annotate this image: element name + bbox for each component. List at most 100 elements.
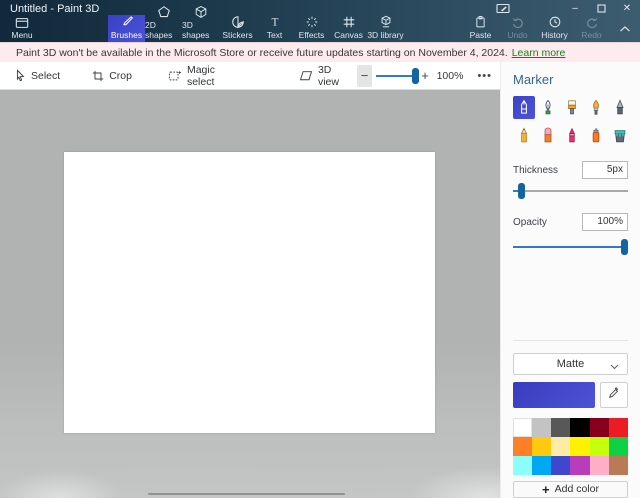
palette-color-11[interactable] — [609, 437, 628, 456]
pen-window-icon[interactable] — [490, 0, 516, 16]
collapse-ribbon-button[interactable] — [610, 15, 640, 42]
select-button[interactable]: Select — [0, 62, 70, 89]
maximize-button[interactable] — [588, 0, 614, 16]
tab-2d-shapes[interactable]: 2D shapes — [145, 15, 182, 42]
opacity-row: Opacity 100% — [513, 213, 628, 231]
palette-color-4[interactable] — [590, 418, 609, 437]
palette-color-13[interactable] — [532, 456, 551, 475]
action-label: History — [541, 30, 567, 40]
undo-icon — [511, 15, 525, 29]
tab-effects[interactable]: Effects — [293, 15, 330, 42]
opacity-slider-fill — [513, 246, 628, 248]
3d-view-button[interactable]: 3D view — [289, 62, 349, 89]
menu-button[interactable]: Menu — [0, 15, 44, 42]
tab-label: Brushes — [111, 30, 142, 40]
learn-more-link[interactable]: Learn more — [512, 47, 566, 59]
notification-bar: Paint 3D won't be available in the Micro… — [0, 42, 640, 62]
panel-divider — [513, 340, 628, 341]
brush-icon — [120, 15, 134, 29]
tab-canvas[interactable]: Canvas — [330, 15, 367, 42]
crop-icon — [92, 70, 104, 82]
brush-watercolor[interactable] — [561, 96, 583, 119]
eraser-icon — [539, 126, 557, 145]
brush-eraser[interactable] — [537, 124, 559, 147]
more-options-button[interactable]: ••• — [469, 70, 500, 82]
history-button[interactable]: History — [536, 15, 573, 42]
brush-crayon[interactable] — [561, 124, 583, 147]
palette-color-8[interactable] — [551, 437, 570, 456]
paste-button[interactable]: Paste — [462, 15, 499, 42]
tab-stickers[interactable]: Stickers — [219, 15, 256, 42]
palette-color-0[interactable] — [513, 418, 532, 437]
zoom-slider-thumb[interactable] — [412, 68, 419, 84]
pencil-icon — [515, 126, 533, 145]
palette-color-14[interactable] — [551, 456, 570, 475]
palette-color-7[interactable] — [532, 437, 551, 456]
undo-button[interactable]: Undo — [499, 15, 536, 42]
paste-icon — [474, 15, 487, 29]
thickness-slider-thumb[interactable] — [518, 183, 525, 199]
material-dropdown[interactable]: Matte — [513, 353, 628, 375]
zoom-out-button[interactable]: − — [357, 65, 372, 87]
palette-color-5[interactable] — [609, 418, 628, 437]
palette-color-16[interactable] — [590, 456, 609, 475]
workspace — [0, 90, 500, 498]
add-color-button[interactable]: + Add color — [513, 481, 628, 498]
chevron-down-icon — [610, 361, 619, 373]
magic-select-icon — [168, 70, 182, 82]
redo-button[interactable]: Redo — [573, 15, 610, 42]
magic-select-label: Magic select — [187, 64, 215, 88]
plus-icon: + — [542, 483, 550, 496]
brush-marker[interactable] — [513, 96, 535, 119]
selection-toolbar: Select Crop — [0, 62, 500, 90]
palette-color-10[interactable] — [590, 437, 609, 456]
brush-calligraphy-pen[interactable] — [537, 96, 559, 119]
spray-can-icon — [587, 126, 605, 145]
tab-3d-library[interactable]: 3D library — [367, 15, 404, 42]
zoom-slider[interactable] — [376, 65, 415, 87]
palette-color-1[interactable] — [532, 418, 551, 437]
color-palette — [513, 418, 628, 475]
zoom-in-button[interactable]: + — [419, 65, 430, 87]
zoom-level[interactable]: 100% — [437, 70, 464, 82]
pentagon-icon — [157, 5, 171, 19]
palette-color-6[interactable] — [513, 437, 532, 456]
cursor-icon — [14, 69, 26, 82]
palette-color-3[interactable] — [570, 418, 589, 437]
tab-text[interactable]: T Text — [256, 15, 293, 42]
brush-fill-bucket[interactable] — [609, 124, 631, 147]
tab-label: Text — [267, 30, 283, 40]
brush-pencil[interactable] — [513, 124, 535, 147]
opacity-input[interactable]: 100% — [582, 213, 628, 231]
brush-spray-can[interactable] — [585, 124, 607, 147]
close-button[interactable]: ✕ — [614, 0, 640, 16]
crop-label: Crop — [109, 70, 132, 82]
palette-color-9[interactable] — [570, 437, 589, 456]
tab-brushes[interactable]: Brushes — [108, 15, 145, 42]
palette-color-15[interactable] — [570, 456, 589, 475]
palette-color-12[interactable] — [513, 456, 532, 475]
palette-color-17[interactable] — [609, 456, 628, 475]
current-color-swatch[interactable] — [513, 382, 595, 408]
thickness-input[interactable]: 5px — [582, 161, 628, 179]
horizontal-scrollbar[interactable] — [148, 493, 345, 495]
opacity-slider[interactable] — [513, 239, 628, 253]
brushes-panel: Marker — [500, 62, 640, 498]
magic-select-button[interactable]: Magic select — [158, 62, 225, 89]
drawing-canvas[interactable] — [64, 152, 435, 433]
minimize-button[interactable]: – — [562, 0, 588, 16]
thickness-label: Thickness — [513, 165, 558, 176]
minus-icon: − — [361, 68, 369, 83]
brush-pixel-pen[interactable] — [609, 96, 631, 119]
opacity-slider-thumb[interactable] — [621, 239, 628, 255]
thickness-row: Thickness 5px — [513, 161, 628, 179]
marker-icon — [515, 98, 533, 117]
crop-button[interactable]: Crop — [82, 62, 142, 89]
palette-color-2[interactable] — [551, 418, 570, 437]
brush-oil[interactable] — [585, 96, 607, 119]
eyedropper-button[interactable] — [600, 382, 628, 408]
action-label: Paste — [470, 30, 492, 40]
3d-view-icon — [299, 70, 313, 81]
tab-3d-shapes[interactable]: 3D shapes — [182, 15, 219, 42]
thickness-slider[interactable] — [513, 183, 628, 197]
